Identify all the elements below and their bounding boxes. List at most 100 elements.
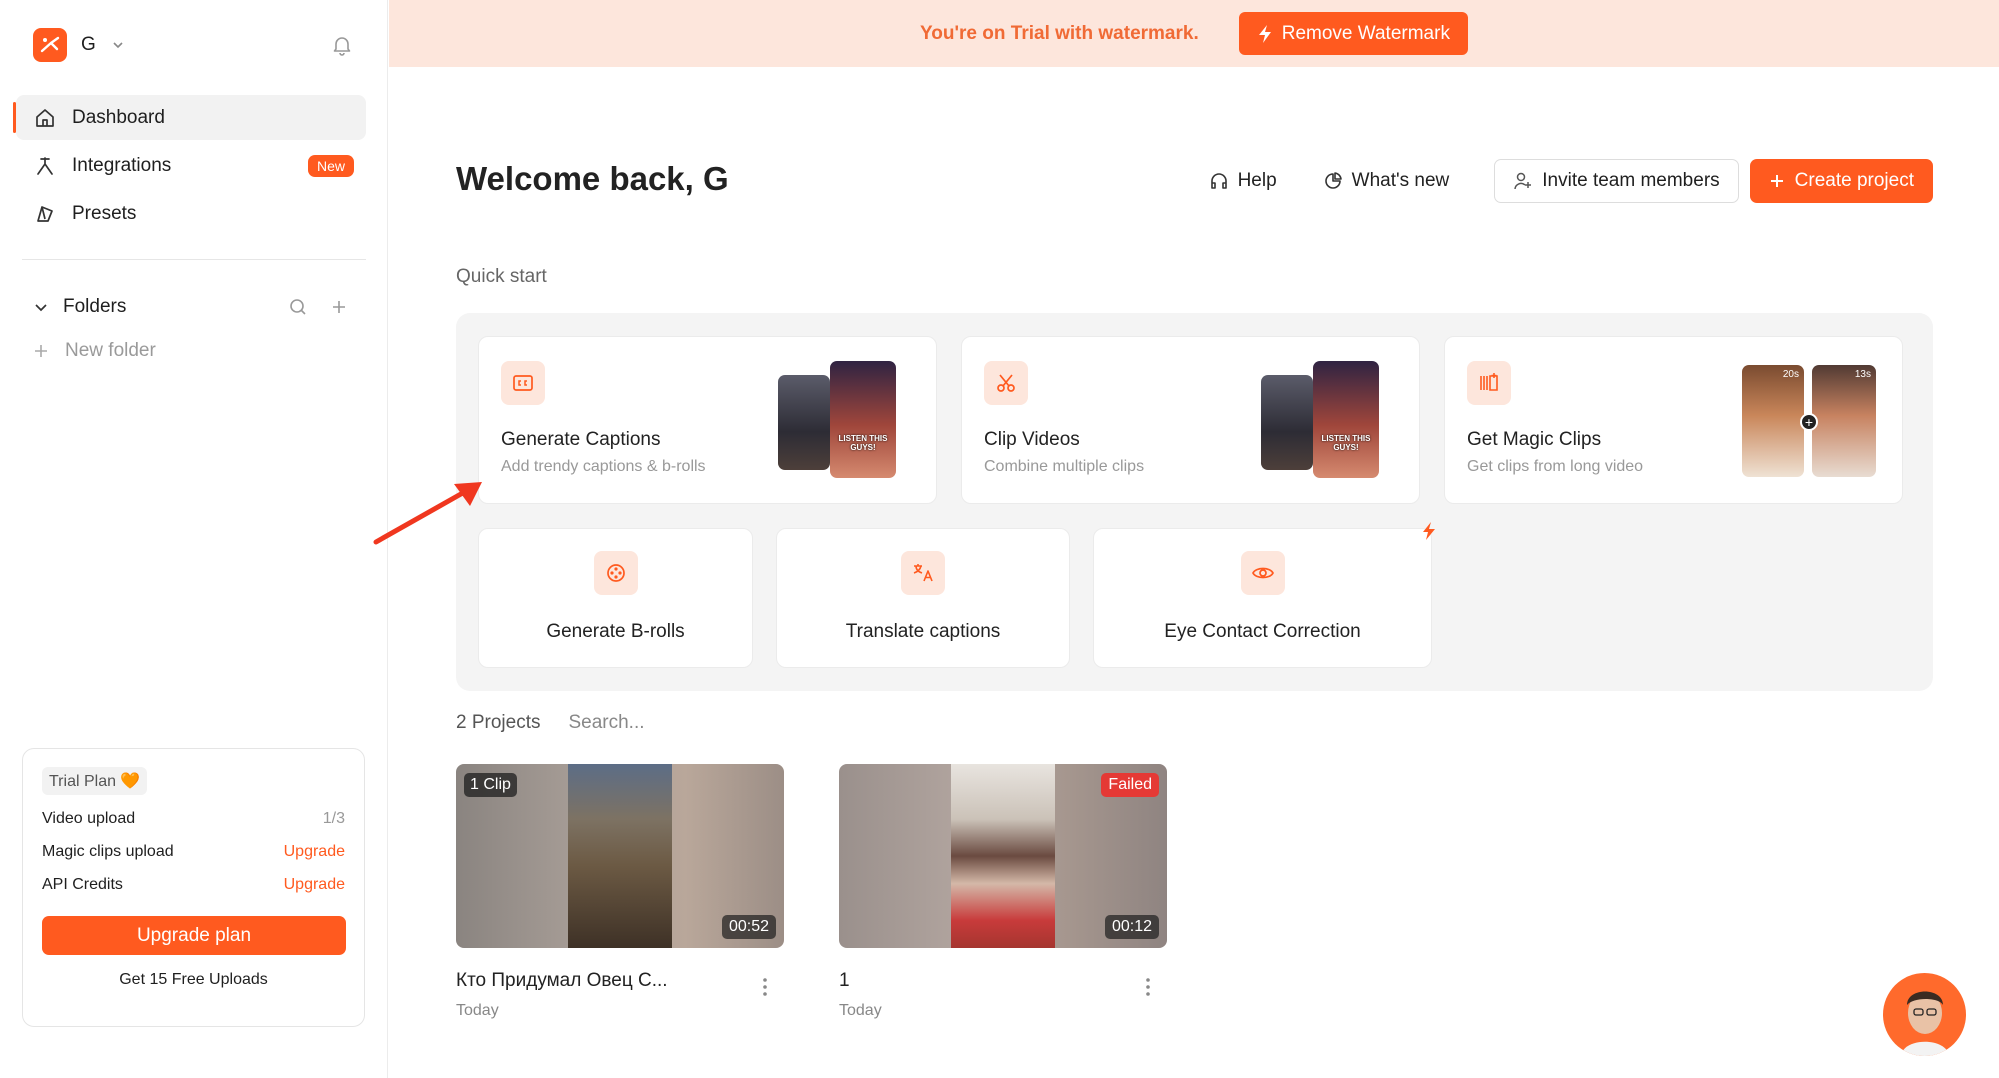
- more-options-icon[interactable]: [1145, 976, 1151, 998]
- card-subtitle: Add trendy captions & b-rolls: [501, 458, 706, 475]
- get-magic-clips-card[interactable]: Get Magic Clips Get clips from long vide…: [1444, 336, 1903, 504]
- eye-contact-card[interactable]: Eye Contact Correction: [1093, 528, 1432, 668]
- clip-count-badge: 1 Clip: [464, 773, 517, 797]
- remove-watermark-button[interactable]: Remove Watermark: [1238, 12, 1468, 55]
- plan-row-label: Magic clips upload: [42, 843, 174, 860]
- trial-banner-text: You're on Trial with watermark.: [920, 22, 1199, 44]
- plus-icon: +: [1800, 413, 1818, 431]
- chevron-down-icon[interactable]: [33, 299, 49, 315]
- create-project-button[interactable]: Create project: [1749, 159, 1933, 203]
- card-preview: LISTEN THIS GUYS!: [1261, 361, 1383, 481]
- card-preview: 20s 13s +: [1742, 361, 1876, 481]
- add-folder-icon[interactable]: [330, 298, 348, 316]
- card-subtitle: Get clips from long video: [1467, 458, 1644, 475]
- sidebar-item-dashboard[interactable]: Dashboard: [13, 95, 366, 140]
- workspace-name: G: [81, 34, 96, 55]
- help-button[interactable]: Help: [1208, 170, 1277, 192]
- header-actions: Help What's new Invite team members Crea…: [1208, 159, 1933, 203]
- folders-header: Folders: [33, 292, 348, 322]
- eye-icon: [1240, 551, 1285, 595]
- translate-captions-card[interactable]: Translate captions: [776, 528, 1070, 668]
- project-card[interactable]: 1 Clip 00:52 Кто Придумал Овец С... Toda…: [456, 764, 784, 1020]
- annotation-arrow-icon: [373, 482, 482, 545]
- project-card[interactable]: Failed 00:12 1 Today: [839, 764, 1167, 1020]
- bell-icon[interactable]: [330, 33, 354, 57]
- duration-badge: 00:12: [1104, 915, 1159, 939]
- add-user-icon: [1514, 172, 1532, 190]
- clip-length-tag: 20s: [1782, 369, 1799, 380]
- plus-icon: [35, 345, 47, 357]
- lightning-icon: [1423, 522, 1435, 540]
- thumbnail-video: [568, 764, 672, 948]
- new-folder-label: New folder: [65, 340, 156, 361]
- failed-badge: Failed: [1101, 773, 1159, 797]
- plan-card: Trial Plan 🧡 Video upload 1/3 Magic clip…: [22, 748, 365, 1027]
- trial-banner: You're on Trial with watermark. Remove W…: [389, 0, 1999, 67]
- projects-header: 2 Projects Search...: [456, 712, 645, 734]
- captions-icon: [501, 361, 545, 405]
- lightning-icon: [1258, 24, 1271, 43]
- free-uploads-link[interactable]: Get 15 Free Uploads: [42, 971, 345, 989]
- translate-icon: [901, 551, 945, 595]
- preview-thumbnail: 13s: [1812, 365, 1876, 477]
- page-title: Welcome back, G: [456, 160, 729, 197]
- folders-label: Folders: [63, 296, 127, 317]
- duration-badge: 00:52: [721, 915, 776, 939]
- pie-icon: [1324, 172, 1342, 189]
- headset-icon: [1210, 173, 1227, 189]
- support-chat-avatar[interactable]: [1883, 973, 1966, 1056]
- scissors-icon: [984, 361, 1028, 405]
- card-title: Clip Videos: [984, 429, 1080, 450]
- new-badge: New: [307, 154, 354, 177]
- upgrade-link[interactable]: Upgrade: [284, 876, 345, 894]
- home-icon: [36, 108, 54, 127]
- sidebar: G Dashboard Integrations New Presets Fol…: [0, 0, 388, 1078]
- plan-row-label: Video upload: [42, 810, 136, 827]
- plan-row-label: API Credits: [42, 876, 123, 893]
- sidebar-nav: Dashboard Integrations New Presets: [13, 95, 366, 239]
- preview-thumbnail: LISTEN THIS GUYS!: [830, 361, 896, 478]
- upgrade-link[interactable]: Upgrade: [284, 843, 345, 861]
- project-name: Кто Придумал Овец С...: [456, 970, 668, 991]
- whats-new-label: What's new: [1351, 170, 1450, 191]
- presets-icon: [37, 205, 53, 222]
- help-label: Help: [1237, 170, 1277, 191]
- clip-videos-card[interactable]: Clip Videos Combine multiple clips LISTE…: [961, 336, 1420, 504]
- more-options-icon[interactable]: [762, 976, 768, 998]
- upgrade-plan-button[interactable]: Upgrade plan: [42, 916, 346, 955]
- preview-thumbnail: [1261, 375, 1313, 470]
- card-subtitle: Combine multiple clips: [984, 458, 1145, 475]
- project-date: Today: [456, 1002, 499, 1019]
- sidebar-item-presets[interactable]: Presets: [16, 191, 366, 236]
- project-thumbnail[interactable]: Failed 00:12: [839, 764, 1167, 948]
- plan-row-api-credits: API Credits Upgrade: [42, 876, 345, 894]
- plan-row-video-upload: Video upload 1/3: [42, 810, 345, 828]
- person-avatar-icon: [1901, 991, 1949, 1056]
- thumbnail-caption: LISTEN THIS GUYS!: [838, 434, 888, 452]
- projects-search-input[interactable]: Search...: [568, 712, 644, 734]
- invite-team-button[interactable]: Invite team members: [1494, 159, 1739, 203]
- card-title: Eye Contact Correction: [1164, 621, 1361, 642]
- project-thumbnail[interactable]: 1 Clip 00:52: [456, 764, 784, 948]
- plan-row-value: 1/3: [322, 810, 345, 827]
- card-title: Translate captions: [845, 621, 1001, 642]
- invite-label: Invite team members: [1542, 170, 1720, 191]
- search-icon[interactable]: [288, 297, 308, 317]
- generate-brolls-card[interactable]: Generate B-rolls: [478, 528, 753, 668]
- thumbnail-caption: LISTEN THIS GUYS!: [1321, 434, 1371, 452]
- card-title: Get Magic Clips: [1467, 429, 1602, 450]
- generate-captions-card[interactable]: Generate Captions Add trendy captions & …: [478, 336, 937, 504]
- app-logo-icon: [33, 28, 67, 62]
- plus-icon: [1770, 175, 1783, 187]
- workspace-switcher[interactable]: G: [33, 28, 126, 62]
- preview-thumbnail: 20s: [1742, 365, 1804, 477]
- sidebar-item-label: Integrations: [72, 154, 172, 176]
- preview-thumbnail: LISTEN THIS GUYS!: [1313, 361, 1379, 478]
- sidebar-item-integrations[interactable]: Integrations New: [16, 143, 366, 188]
- new-folder-button[interactable]: New folder: [33, 340, 156, 362]
- remove-watermark-label: Remove Watermark: [1281, 22, 1450, 44]
- whats-new-button[interactable]: What's new: [1322, 170, 1450, 192]
- film-reel-icon: [593, 551, 638, 595]
- magic-clips-icon: [1467, 361, 1511, 405]
- thumbnail-video: [951, 764, 1055, 948]
